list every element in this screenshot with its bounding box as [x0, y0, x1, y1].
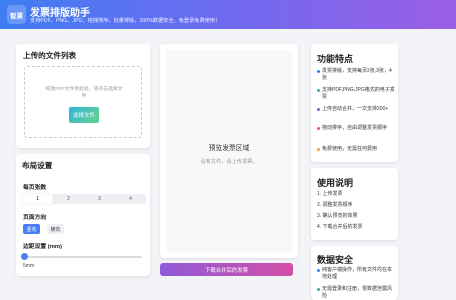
bullet-dot: [317, 127, 320, 131]
preview-empty-text: 没有文件，请上传发票。: [200, 159, 258, 165]
per-page-option-3[interactable]: 3: [84, 194, 115, 204]
preview-card: 预览发票区域 没有文件，请上传发票。: [160, 44, 298, 258]
security-item: 纯客户端操作，所有文件均在本地处理: [317, 267, 395, 281]
per-page-option-2[interactable]: 2: [53, 194, 84, 204]
feature-item: 拖动排序，自由调整发票顺序: [317, 125, 395, 132]
usage-step: 2. 调整发票顺序: [317, 202, 353, 208]
app-subtitle: 支持PDF、PNG、JPG，拖拽排序，批量排版，100%数据安全，免登录免费使用…: [30, 18, 221, 24]
features-card: 功能特点 发票排版，支持每页2张,3张，4张 支持PDF,PNG,JPG格式的电…: [311, 44, 398, 162]
app-logo: 智票: [7, 5, 26, 24]
usage-card: 使用说明 1. 上传发票 2. 调整发票顺序 3. 确认预览的效果 4. 下载合…: [311, 168, 398, 240]
bullet-dot: [317, 288, 320, 292]
upload-title: 上传的文件列表: [23, 51, 77, 60]
file-dropzone[interactable]: 拖放PDF文件到此处，或点击选择文件 选择文件: [24, 66, 142, 138]
usage-step: 1. 上传发票: [317, 191, 343, 197]
feature-item: 免费使用，无需任何费用: [317, 146, 395, 153]
margin-value: 5mm: [23, 263, 35, 269]
layout-title: 布局设置: [22, 161, 53, 170]
preview-title: 预览发票区域: [208, 145, 250, 152]
orientation-label: 页面方向: [23, 215, 47, 221]
margin-label: 边距设置 (mm): [23, 244, 62, 250]
security-item: 无需登录和注册，零数据泄露风险: [317, 286, 395, 300]
bullet-dot: [317, 70, 320, 74]
per-page-option-4[interactable]: 4: [115, 194, 146, 204]
per-page-selector: 1 2 3 4: [22, 194, 146, 204]
orientation-portrait-button[interactable]: 竖向: [23, 224, 40, 234]
select-file-button[interactable]: 选择文件: [69, 107, 99, 123]
feature-item: 上传自动合并，一次支持200+: [317, 106, 395, 113]
usage-step: 3. 确认预览的效果: [317, 213, 358, 219]
app-header: 智票 发票排版助手 支持PDF、PNG、JPG，拖拽排序，批量排版，100%数据…: [0, 0, 456, 29]
features-title: 功能特点: [317, 54, 354, 64]
bullet-dot: [317, 148, 320, 152]
bullet-dot: [317, 89, 320, 93]
feature-item: 发票排版，支持每页2张,3张，4张: [317, 68, 395, 82]
upload-card: 上传的文件列表 拖放PDF文件到此处，或点击选择文件 选择文件: [16, 44, 150, 148]
download-merged-button[interactable]: 下载合并后的发票: [160, 263, 293, 276]
per-page-label: 每页张数: [23, 185, 47, 191]
feature-item: 支持PDF,PNG,JPG格式的电子发票: [317, 87, 395, 101]
security-card: 数据安全 纯客户端操作，所有文件均在本地处理 无需登录和注册，零数据泄露风险: [311, 246, 398, 300]
margin-slider-track[interactable]: [23, 256, 142, 258]
orientation-landscape-button[interactable]: 横向: [47, 224, 64, 234]
usage-title: 使用说明: [317, 178, 354, 188]
margin-slider-thumb[interactable]: [21, 253, 28, 260]
bullet-dot: [317, 108, 320, 112]
security-title: 数据安全: [317, 255, 354, 265]
usage-step: 4. 下载合并后的发票: [317, 224, 363, 230]
preview-area: 预览发票区域 没有文件，请上传发票。: [166, 50, 292, 252]
per-page-option-1[interactable]: 1: [22, 194, 53, 204]
drop-hint: 拖放PDF文件到此处，或点击选择文件: [45, 87, 123, 99]
bullet-dot: [317, 269, 320, 273]
